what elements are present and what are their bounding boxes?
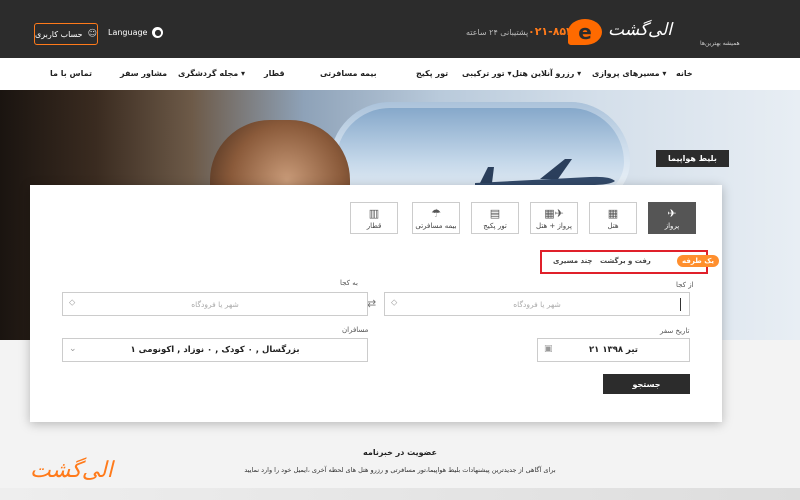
swap-icon[interactable]: ⇄ [367, 297, 376, 310]
newsletter-description: برای آگاهی از جدیدترین پیشنهادات بلیط هو… [244, 466, 556, 474]
passengers-value: ۱ بزرگسال , ۰ کودک , ۰ نوزاد , اکونومی [130, 345, 300, 355]
brand-tagline: همیشه بهترین‌ها [700, 40, 740, 47]
umbrella-icon: ☂ [431, 206, 441, 220]
globe-icon: ● [152, 27, 164, 38]
tab-train-label: قطار [366, 221, 382, 230]
trip-type-selector: یک طرفه رفت و برگشت چند مسیری [540, 250, 720, 274]
travel-date-input[interactable]: ▣ ۲۱ تیر ۱۳۹۸ [537, 338, 690, 362]
hotel-icon: ▦ [607, 206, 619, 220]
nav-item-combo-tour[interactable]: تور ترکیبی ▾ [462, 69, 511, 78]
travel-date-value: ۲۱ تیر ۱۳۹۸ [588, 345, 639, 355]
origin-input[interactable]: ⬦ شهر یا فرودگاه [384, 292, 690, 316]
passengers-select[interactable]: ⌄ ۱ بزرگسال , ۰ کودک , ۰ نوزاد , اکونومی [62, 338, 368, 362]
tab-flight[interactable]: ✈ پرواز [648, 202, 696, 234]
nav-item-hotel-booking[interactable]: رزرو آنلاین هتل ▾ [512, 69, 581, 78]
bus-icon: ▤ [489, 206, 501, 220]
passengers-label: مسافران [342, 326, 369, 334]
train-icon: ▥ [368, 206, 380, 220]
language-label: Language [108, 28, 148, 37]
nav-item-train[interactable]: قطار [264, 69, 285, 78]
tab-train[interactable]: ▥ قطار [350, 202, 398, 234]
nav-item-contact[interactable]: تماس با ما [50, 69, 92, 78]
nav-item-home[interactable]: خانه [676, 69, 693, 78]
tab-travel-insurance-label: بیمه مسافرتی [415, 221, 457, 230]
tab-hotel-label: هتل [607, 221, 619, 230]
support-text: پشتیبانی ۲۴ ساعته [466, 28, 529, 37]
nav-item-package-tour[interactable]: تور پکیج [416, 69, 448, 78]
from-label: از کجا [676, 281, 694, 289]
tab-flight-hotel-label: پرواز + هتل [536, 221, 572, 230]
text-cursor [680, 298, 681, 311]
tab-travel-insurance[interactable]: ☂ بیمه مسافرتی [412, 202, 460, 234]
origin-placeholder: شهر یا فرودگاه [513, 300, 561, 309]
footer-strip [0, 488, 800, 500]
footer-logo[interactable]: الی‌گشت [30, 458, 113, 483]
tab-flight-hotel[interactable]: ▦✈ پرواز + هتل [530, 202, 578, 234]
nav-item-travel-insurance[interactable]: بیمه مسافرتی [320, 69, 377, 78]
main-nav: خانه مسیرهای پروازی ▾ رزرو آنلاین هتل ▾ … [0, 58, 800, 91]
trip-type-multi-city[interactable]: چند مسیری [553, 257, 592, 265]
newsletter-title: عضویت در خبرنامه [363, 448, 437, 457]
airplane-icon: ✈ [667, 206, 677, 220]
tab-package-tour-label: تور پکیج [483, 221, 507, 230]
trip-type-round-trip[interactable]: رفت و برگشت [600, 257, 651, 265]
flight-hotel-icon: ▦✈ [544, 206, 564, 220]
trip-type-one-way[interactable]: یک طرفه [677, 255, 720, 267]
tab-flight-label: پرواز [664, 221, 680, 230]
nav-item-magazine[interactable]: مجله گردشگری ▾ [178, 69, 245, 78]
brand-logo-icon[interactable]: e [568, 19, 602, 45]
brand-logo-text[interactable]: الی‌گشت [608, 20, 672, 40]
to-label: به کجا [340, 279, 358, 287]
account-label: حساب کاربری [35, 29, 83, 39]
language-selector[interactable]: Language ● [108, 27, 164, 38]
tab-hotel[interactable]: ▦ هتل [589, 202, 637, 234]
hero-label-flight-ticket: بلیط هواپیما [656, 150, 729, 167]
search-card: ✈ پرواز ▦ هتل ▦✈ پرواز + هتل ▤ تور پکیج … [30, 185, 722, 422]
user-icon: ☺ [87, 29, 97, 39]
destination-input[interactable]: ⬦ شهر یا فرودگاه [62, 292, 368, 316]
top-bar: حساب کاربری ☺ Language ● پشتیبانی ۲۴ ساع… [0, 0, 800, 58]
destination-placeholder: شهر یا فرودگاه [191, 300, 239, 309]
date-label: تاریخ سفر [660, 327, 690, 335]
nav-item-flight-routes[interactable]: مسیرهای پروازی ▾ [592, 69, 666, 78]
search-button[interactable]: جستجو [603, 374, 690, 394]
account-button[interactable]: حساب کاربری ☺ [34, 23, 98, 45]
tab-package-tour[interactable]: ▤ تور پکیج [471, 202, 519, 234]
nav-item-travel-advisor[interactable]: مشاور سفر [120, 69, 167, 78]
